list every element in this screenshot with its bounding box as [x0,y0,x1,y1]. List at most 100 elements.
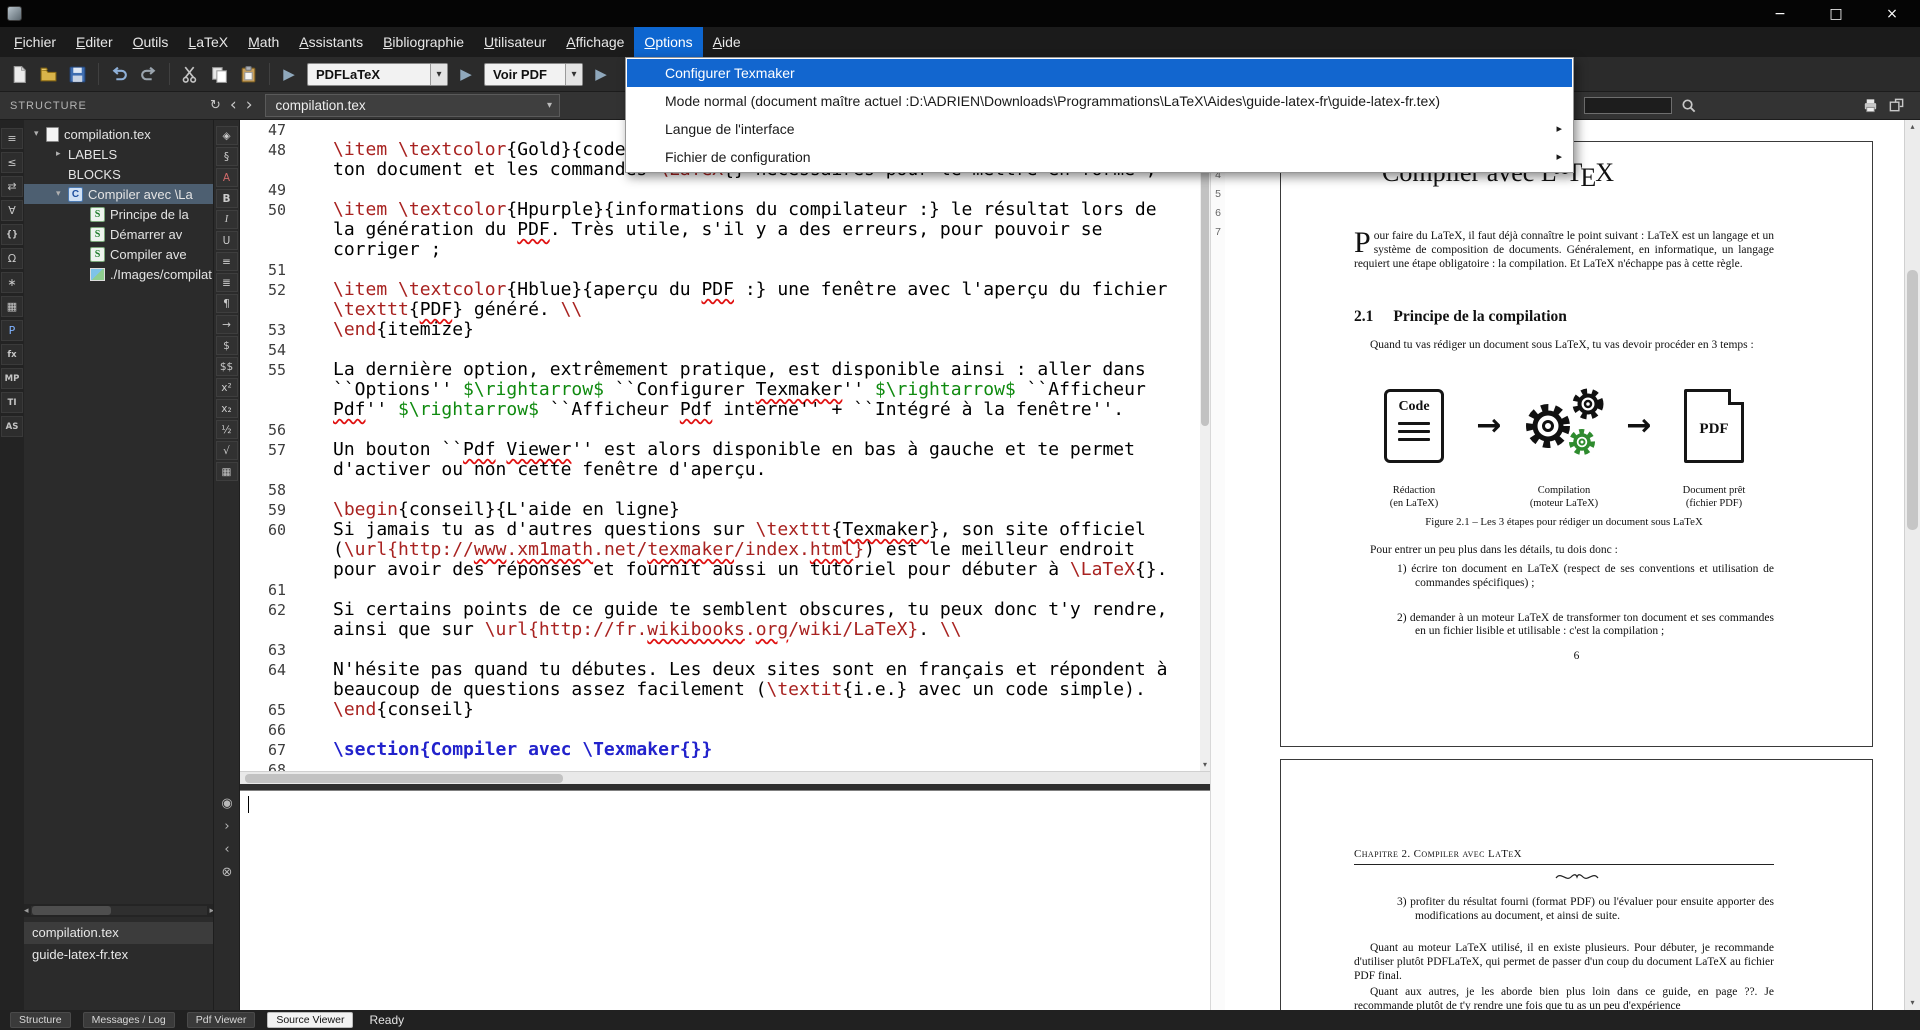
misc-symbols-icon[interactable]: ∀ [1,200,23,221]
arrow-symbols-icon[interactable]: ⇄ [1,176,23,197]
editor-row[interactable]: corriger ; [240,240,1200,260]
editor-row[interactable]: 58 [240,480,1200,500]
statusbar-pdf-viewer-button[interactable]: Pdf Viewer [187,1012,256,1028]
structure-item[interactable]: SCompiler ave [24,244,213,264]
wizard-icon[interactable]: ◈ [216,126,238,145]
editor-row[interactable]: Pdf'' $\rightarrow$ ``Afficheur Pdf inte… [240,400,1200,420]
copy-icon[interactable] [206,61,233,88]
editor-row[interactable]: 52\item \textcolor{Hblue}{aperçu du PDF … [240,280,1200,300]
editor-row[interactable]: 59\begin{conseil}{L'aide en ligne} [240,500,1200,520]
paste-icon[interactable] [235,61,262,88]
editor-row[interactable]: 66 [240,720,1200,740]
pdf-search-input[interactable] [1584,97,1672,114]
view-command-select[interactable]: Voir PDF▾ [484,63,583,86]
editor-row[interactable]: 55La dernière option, extrêmement pratiq… [240,360,1200,380]
editor-row[interactable]: 51 [240,260,1200,280]
expander-icon[interactable]: ▾ [56,189,68,199]
structure-item[interactable]: BLOCKS [24,164,213,184]
log-next-icon[interactable]: › [224,819,229,834]
log-view-icon[interactable]: ◉ [221,796,232,811]
menu-item-latex[interactable]: LaTeX [178,27,238,57]
menu-item-editer[interactable]: Editer [66,27,123,57]
structure-item[interactable]: SPrincipe de la [24,204,213,224]
menu-item-outils[interactable]: Outils [123,27,179,57]
back-icon[interactable]: ‹ [230,97,237,114]
text-color-icon[interactable]: A [216,168,238,187]
pdf-page-number[interactable]: 7 [1211,223,1225,242]
scroll-left-icon[interactable]: ◂ [24,906,29,916]
editor-row[interactable]: 50\item \textcolor{Hpurple}{informations… [240,200,1200,220]
structure-item[interactable]: ▾CCompiler avec \La [24,184,213,204]
bold-icon[interactable]: B [216,189,238,208]
menu-item-assistants[interactable]: Assistants [289,27,373,57]
editor-row[interactable]: la génération du PDF. Très utile, s'il y… [240,220,1200,240]
metapost-icon[interactable]: MP [1,368,23,389]
editor-row[interactable]: d'activer ou non cette fenêtre d'aperçu. [240,460,1200,480]
menu-item-aide[interactable]: Aide [703,27,751,57]
editor-code-area[interactable]: 4748\item \textcolor{Gold}{code source :… [240,120,1200,771]
scroll-up-icon[interactable]: ▴ [1905,120,1920,134]
scroll-down-icon[interactable]: ▾ [1200,759,1210,771]
open-file-tab-select[interactable]: compilation.tex ▾ [265,94,560,117]
print-icon[interactable] [1860,96,1880,116]
editor-row[interactable]: ``Options'' $\rightarrow$ ``Configurer T… [240,380,1200,400]
structure-item[interactable]: SDémarrer av [24,224,213,244]
editor-row[interactable]: 61 [240,580,1200,600]
editor-row[interactable]: beaucoup de questions assez facilement (… [240,680,1200,700]
options-menu-item[interactable]: Mode normal (document maître actuel :D:\… [627,87,1572,115]
editor-row[interactable]: 63 [240,640,1200,660]
editor-row[interactable]: 67\section{Compiler avec \Texmaker{}} [240,740,1200,760]
editor-row[interactable]: 60Si jamais tu as d'autres questions sur… [240,520,1200,540]
user-tags-icon[interactable]: fx [1,344,23,365]
refresh-structure-icon[interactable]: ↻ [210,99,221,112]
source-editor[interactable]: 4748\item \textcolor{Gold}{code source :… [240,120,1210,784]
scroll-down-icon[interactable]: ▾ [1905,996,1920,1010]
inline-math-icon[interactable]: $ [216,336,238,355]
log-prev-icon[interactable]: ‹ [224,842,229,857]
open-file-item[interactable]: compilation.tex [24,922,213,944]
scroll-track[interactable] [31,906,208,915]
sqrt-icon[interactable]: √ [216,441,238,460]
favourite-symbols-icon[interactable]: ▦ [1,296,23,317]
statusbar-structure-button[interactable]: Structure [10,1012,71,1028]
forward-icon[interactable]: › [246,97,253,114]
editor-row[interactable]: 68 [240,760,1200,771]
indent-icon[interactable]: → [216,315,238,334]
scroll-thumb[interactable] [245,774,563,783]
log-close-icon[interactable]: ⊗ [222,865,233,880]
superscript-icon[interactable]: x² [216,378,238,397]
editor-vscrollbar[interactable]: ▾ [1200,120,1210,771]
underline-icon[interactable]: U [216,231,238,250]
menu-item-options[interactable]: Options [634,27,702,57]
close-button[interactable]: × [1864,0,1920,27]
editor-row[interactable]: 65\end{conseil} [240,700,1200,720]
statusbar-messages-log-button[interactable]: Messages / Log [83,1012,175,1028]
align-left-icon[interactable]: ≡ [216,252,238,271]
new-paragraph-icon[interactable]: ¶ [216,294,238,313]
display-math-icon[interactable]: $$ [216,357,238,376]
pstricks-icon[interactable]: P [1,320,23,341]
editor-row[interactable]: \texttt{PDF} généré. \\ [240,300,1200,320]
open-file-icon[interactable] [35,61,62,88]
expander-icon[interactable]: ▸ [56,149,68,159]
undo-icon[interactable] [106,61,133,88]
asymptote-icon[interactable]: AS [1,416,23,437]
editor-row[interactable]: 53\end{itemize} [240,320,1200,340]
compile-command-select[interactable]: PDFLaTeX▾ [307,63,448,86]
detach-icon[interactable] [1886,96,1906,116]
editor-row[interactable]: (\url{http://www.xm1math.net/texmaker/in… [240,540,1200,560]
editor-hscrollbar[interactable] [240,771,1210,784]
pdf-vscrollbar[interactable]: ▴ ▾ [1904,120,1920,1010]
pdf-page-number[interactable]: 6 [1211,204,1225,223]
menu-item-bibliographie[interactable]: Bibliographie [373,27,474,57]
quick-build-button[interactable]: ▶ [277,62,301,86]
fraction-icon[interactable]: ½ [216,420,238,439]
editor-row[interactable]: 54 [240,340,1200,360]
view-run-button[interactable]: ▶ [589,62,613,86]
redo-icon[interactable] [135,61,162,88]
cut-icon[interactable] [177,61,204,88]
structure-hscrollbar[interactable]: ◂ ▸ [24,904,214,917]
compile-run-button[interactable]: ▶ [454,62,478,86]
options-menu-item[interactable]: Configurer Texmaker [627,59,1572,87]
new-file-icon[interactable] [6,61,33,88]
